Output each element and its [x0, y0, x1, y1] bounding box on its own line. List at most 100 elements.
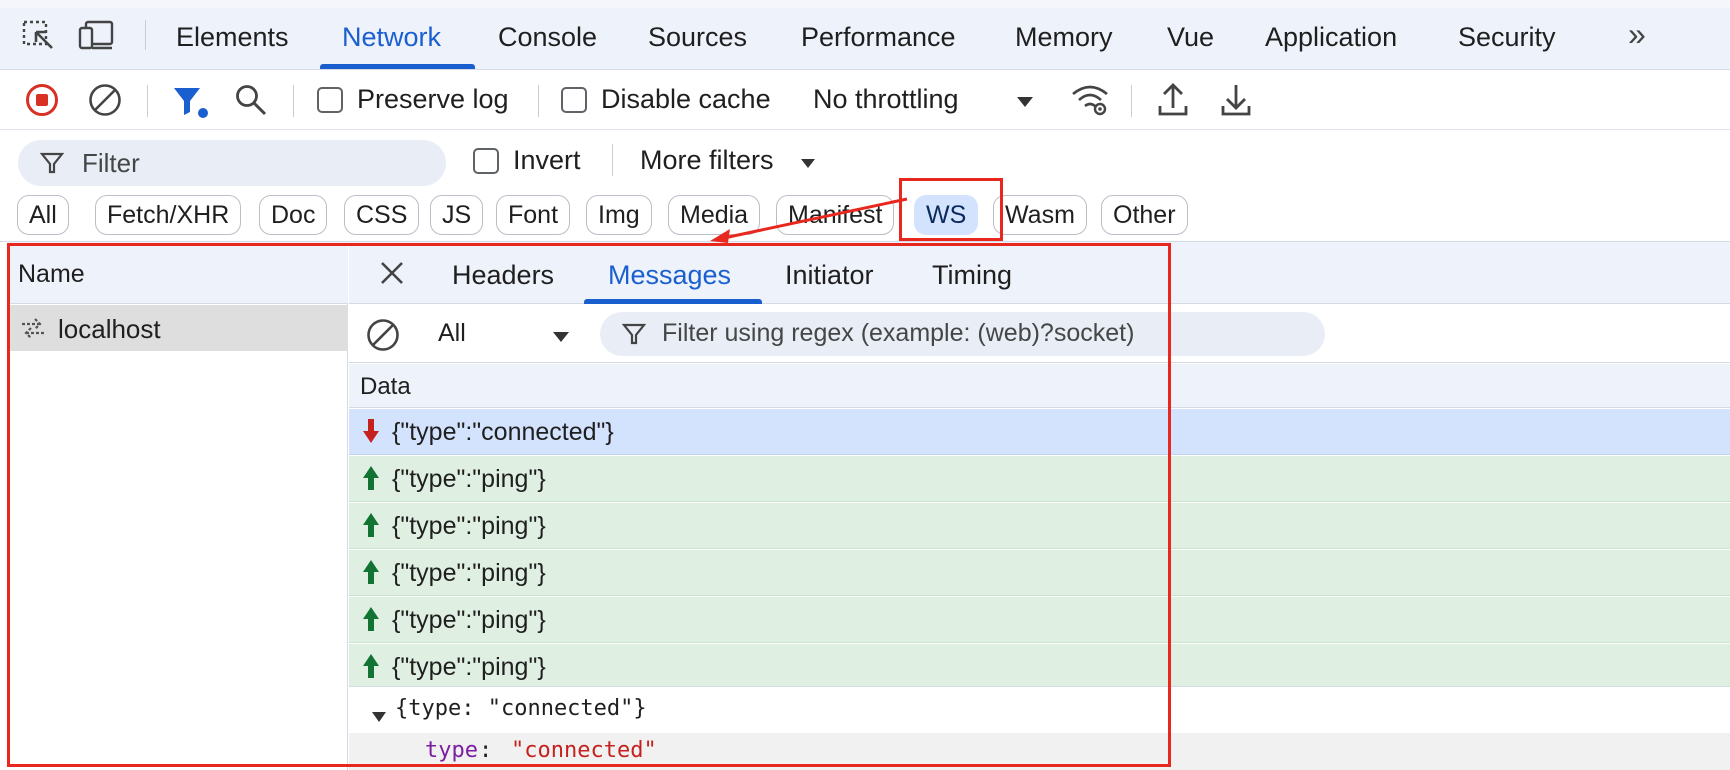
inspect-element-icon[interactable]	[22, 20, 56, 52]
active-detail-tab-indicator	[584, 299, 762, 304]
message-data: {"type":"ping"}	[392, 465, 546, 493]
message-type-select[interactable]: All	[438, 319, 466, 348]
devtools-tab-bar: Elements Network Console Sources Perform…	[0, 0, 1730, 70]
message-data: {"type":"ping"}	[392, 512, 546, 540]
sent-arrow-icon	[363, 607, 379, 631]
message-filter-bar: All Filter using regex (example: (web)?s…	[349, 305, 1730, 363]
data-header-label: Data	[360, 373, 411, 400]
filter-toggle-icon[interactable]	[172, 84, 210, 120]
tab-timing[interactable]: Timing	[932, 260, 1012, 291]
chevron-down-icon[interactable]	[552, 330, 570, 342]
request-row[interactable]: localhost	[8, 305, 348, 351]
more-filters-dropdown[interactable]: More filters	[640, 145, 774, 176]
type-chip-doc[interactable]: Doc	[259, 195, 328, 235]
message-data: {"type":"ping"}	[392, 606, 546, 634]
name-header-label: Name	[18, 260, 85, 288]
invert-label: Invert	[513, 145, 581, 175]
window-top-strip	[0, 0, 1730, 8]
chevron-down-icon[interactable]	[1016, 95, 1034, 107]
device-toolbar-icon[interactable]	[78, 20, 116, 52]
tab-sources[interactable]: Sources	[648, 22, 747, 53]
message-row[interactable]: {"type":"ping"}	[349, 550, 1730, 596]
sent-arrow-icon	[363, 560, 379, 584]
toolbar-separator	[1131, 85, 1132, 117]
chevron-down-icon[interactable]	[800, 156, 816, 168]
regex-filter-placeholder: Filter using regex (example: (web)?socke…	[662, 319, 1135, 347]
tab-performance[interactable]: Performance	[801, 22, 956, 53]
detail-tab-bar: Headers Messages Initiator Timing	[349, 242, 1730, 304]
close-icon[interactable]	[380, 261, 404, 285]
collapse-triangle-icon[interactable]	[371, 704, 387, 722]
property-separator: :	[479, 738, 506, 763]
clear-icon[interactable]	[88, 83, 122, 117]
websocket-icon	[20, 317, 46, 339]
disable-cache-label: Disable cache	[601, 84, 771, 114]
preview-property-line: type : "connected"	[349, 733, 1730, 770]
property-value: "connected"	[511, 738, 657, 763]
message-row[interactable]: {"type":"connected"}	[349, 409, 1730, 455]
message-data: {"type":"ping"}	[392, 559, 546, 587]
disable-cache-checkbox[interactable]	[561, 87, 587, 113]
message-preview: {type: "connected"} type : "connected"	[349, 686, 1730, 770]
tab-network[interactable]: Network	[342, 22, 441, 53]
sent-arrow-icon	[363, 654, 379, 678]
filter-separator	[612, 144, 613, 176]
message-row[interactable]: {"type":"ping"}	[349, 597, 1730, 643]
sent-arrow-icon	[363, 513, 379, 537]
filter-input[interactable]: Filter	[18, 140, 446, 186]
filter-icon	[39, 151, 65, 175]
tab-application[interactable]: Application	[1265, 22, 1397, 53]
type-chip-other[interactable]: Other	[1101, 195, 1188, 235]
tab-memory[interactable]: Memory	[1015, 22, 1113, 53]
active-tab-indicator	[320, 64, 475, 69]
annotation-arrow	[710, 197, 908, 243]
type-chip-fetch-xhr[interactable]: Fetch/XHR	[95, 195, 242, 235]
import-har-icon[interactable]	[1157, 82, 1189, 118]
tab-elements[interactable]: Elements	[176, 22, 289, 53]
export-har-icon[interactable]	[1220, 82, 1252, 118]
request-list: Name localhost	[8, 242, 348, 770]
record-stop-icon[interactable]	[25, 83, 59, 117]
preserve-log-label: Preserve log	[357, 84, 509, 114]
toolbar-separator	[538, 85, 539, 117]
toolbar-separator	[147, 85, 148, 117]
network-toolbar: Preserve log Disable cache No throttling	[0, 70, 1730, 130]
tab-headers[interactable]: Headers	[452, 260, 554, 291]
type-chip-all[interactable]: All	[17, 195, 69, 235]
tab-vue[interactable]: Vue	[1167, 22, 1214, 53]
data-column-header[interactable]: Data	[349, 364, 1730, 408]
tab-messages[interactable]: Messages	[608, 260, 731, 291]
type-chip-css[interactable]: CSS	[344, 195, 420, 235]
message-row[interactable]: {"type":"ping"}	[349, 456, 1730, 502]
toolbar-separator	[293, 85, 294, 117]
message-data: {"type":"ping"}	[392, 653, 546, 681]
message-row[interactable]: {"type":"ping"}	[349, 644, 1730, 686]
received-arrow-icon	[363, 419, 379, 443]
tab-security[interactable]: Security	[1458, 22, 1556, 53]
type-chip-img[interactable]: Img	[586, 195, 652, 235]
filter-icon	[621, 322, 647, 346]
type-chip-wasm[interactable]: Wasm	[993, 195, 1087, 235]
network-conditions-icon[interactable]	[1070, 82, 1110, 118]
type-chip-ws[interactable]: WS	[914, 195, 979, 235]
type-chip-js[interactable]: JS	[430, 195, 484, 235]
filter-row: Filter Invert More filters	[0, 130, 1730, 188]
property-key: type	[425, 738, 478, 763]
message-data: {"type":"connected"}	[392, 418, 614, 446]
preserve-log-checkbox[interactable]	[317, 87, 343, 113]
invert-checkbox[interactable]	[473, 148, 499, 174]
message-list: {"type":"connected"} {"type":"ping"} {"typ…	[349, 409, 1730, 686]
request-detail-panel: Headers Messages Initiator Timing All Fi…	[349, 242, 1730, 770]
sent-arrow-icon	[363, 466, 379, 490]
throttling-select[interactable]: No throttling	[813, 84, 959, 115]
regex-filter-input[interactable]: Filter using regex (example: (web)?socke…	[600, 312, 1325, 356]
tab-console[interactable]: Console	[498, 22, 597, 53]
type-chip-font[interactable]: Font	[496, 195, 571, 235]
message-row[interactable]: {"type":"ping"}	[349, 503, 1730, 549]
filter-placeholder: Filter	[82, 148, 140, 178]
search-icon[interactable]	[234, 83, 268, 117]
clear-messages-icon[interactable]	[366, 318, 400, 352]
name-column-header[interactable]: Name	[8, 242, 348, 304]
tab-initiator[interactable]: Initiator	[785, 260, 874, 291]
more-tabs-icon[interactable]: »	[1628, 16, 1646, 53]
